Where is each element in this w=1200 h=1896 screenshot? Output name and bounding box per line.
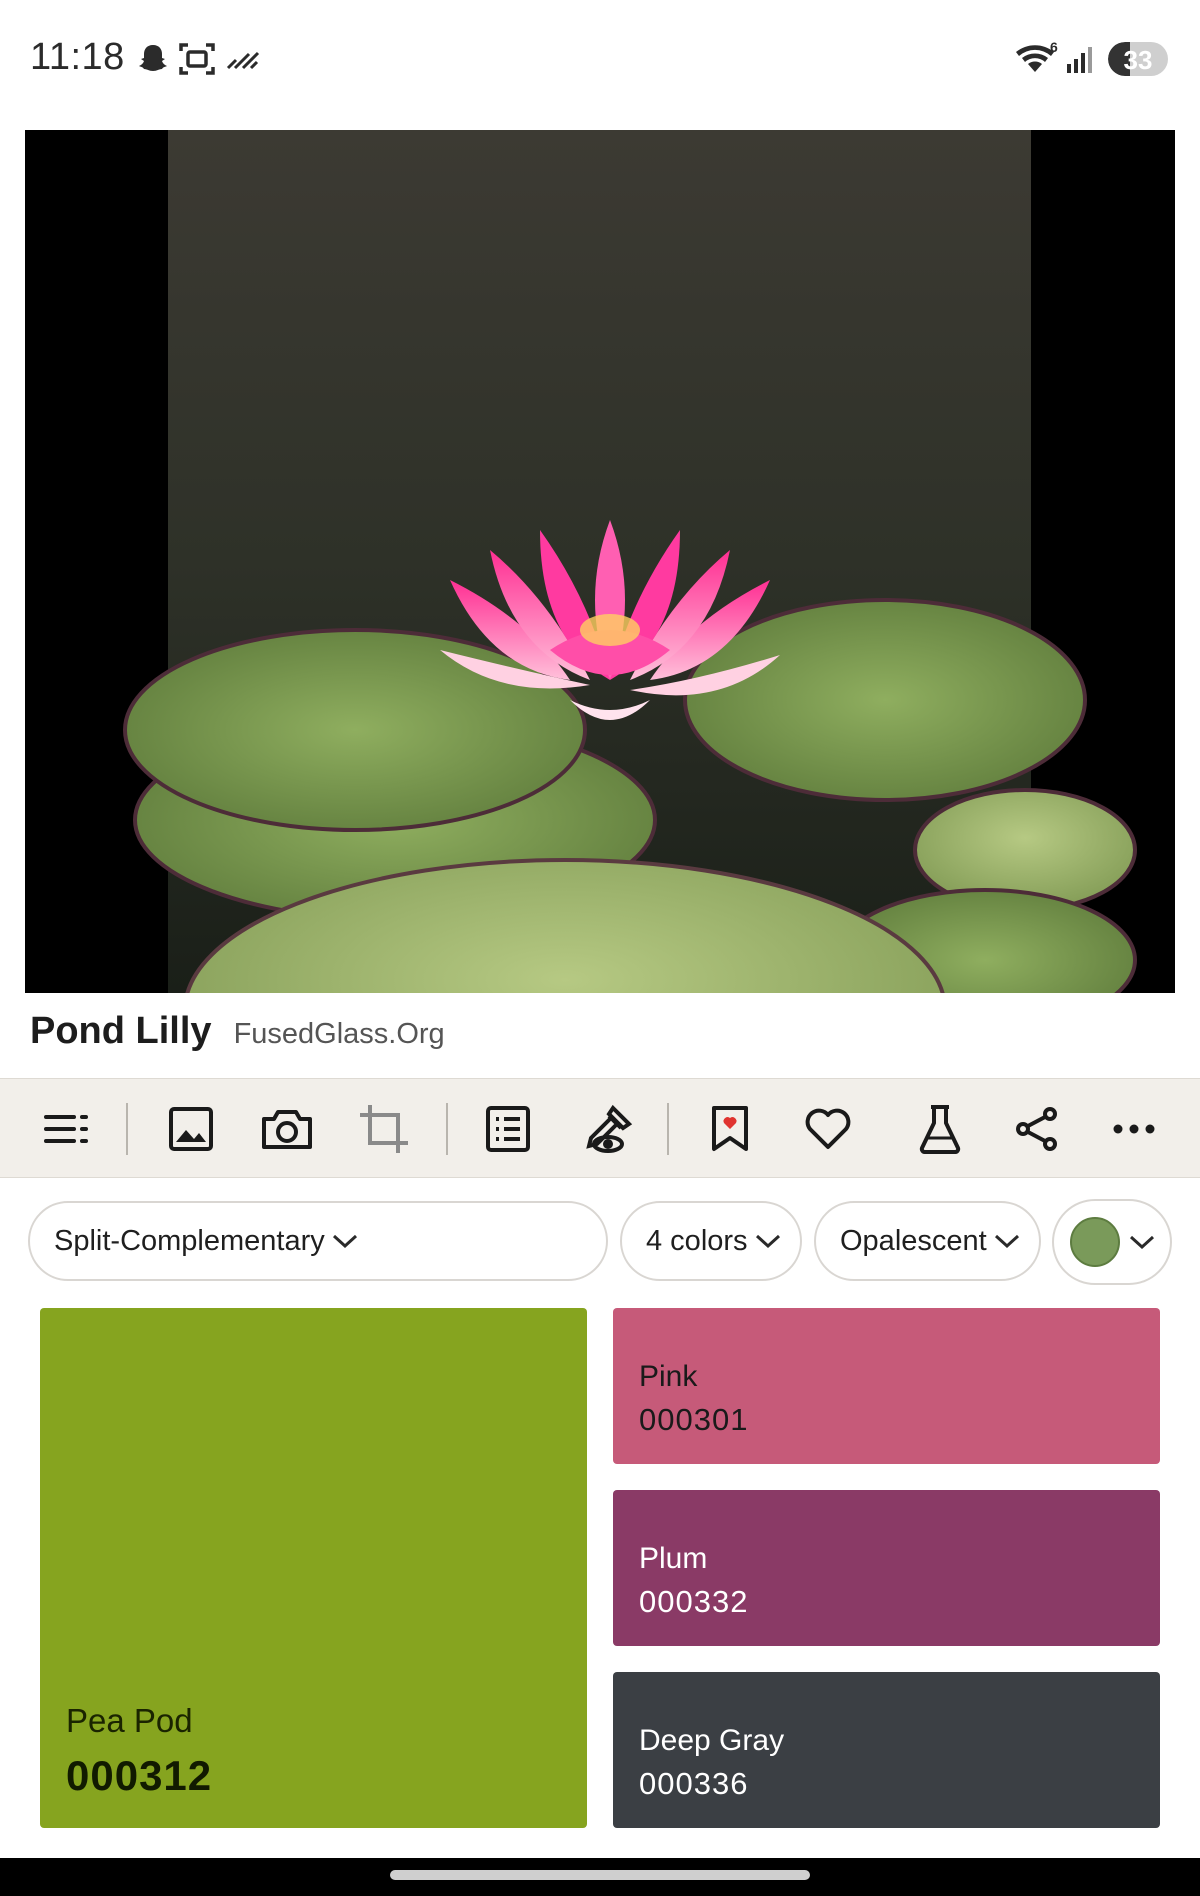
color-count-label: 4 colors bbox=[646, 1224, 748, 1257]
harmony-dropdown[interactable]: Split-Complementary bbox=[28, 1201, 608, 1281]
battery-icon: 33 bbox=[1108, 42, 1168, 76]
color-code: 000332 bbox=[639, 1584, 749, 1619]
color-card-plum[interactable]: Plum 000332 bbox=[613, 1490, 1160, 1646]
swatch-color-dropdown[interactable] bbox=[1052, 1199, 1172, 1285]
chevron-down-icon bbox=[1128, 1226, 1156, 1259]
color-card-deep-gray[interactable]: Deep Gray 000336 bbox=[613, 1672, 1160, 1828]
toolbar bbox=[0, 1078, 1200, 1178]
list-icon[interactable] bbox=[478, 1099, 538, 1159]
signal-slash-icon bbox=[226, 48, 260, 75]
color-card-pea-pod[interactable]: Pea Pod 000312 bbox=[40, 1308, 587, 1828]
finish-dropdown[interactable]: Opalescent bbox=[814, 1201, 1041, 1281]
color-card-pink[interactable]: Pink 000301 bbox=[613, 1308, 1160, 1464]
toolbar-divider bbox=[126, 1103, 128, 1155]
svg-text:6: 6 bbox=[1050, 40, 1058, 55]
eyedropper-icon[interactable] bbox=[578, 1099, 638, 1159]
color-name: Pea Pod bbox=[66, 1702, 193, 1739]
color-name: Pink bbox=[639, 1360, 698, 1393]
screen-capture-icon bbox=[178, 40, 216, 83]
chevron-down-icon bbox=[331, 1225, 359, 1258]
swatch-color-dot bbox=[1070, 1217, 1120, 1267]
battery-level: 33 bbox=[1123, 45, 1153, 75]
more-icon[interactable] bbox=[1104, 1099, 1164, 1159]
image-source[interactable]: FusedGlass.Org bbox=[234, 1018, 445, 1051]
cell-signal-icon bbox=[1066, 42, 1098, 79]
color-name: Plum bbox=[639, 1542, 708, 1575]
image-title: Pond Lilly bbox=[30, 1010, 212, 1052]
heart-icon[interactable] bbox=[798, 1099, 858, 1159]
wifi-6-icon: 6 bbox=[1014, 39, 1062, 79]
status-bar: 11:18 6 33 bbox=[0, 0, 1200, 120]
share-icon[interactable] bbox=[1007, 1099, 1067, 1159]
color-count-dropdown[interactable]: 4 colors bbox=[620, 1201, 802, 1281]
color-code: 000312 bbox=[66, 1752, 213, 1799]
finish-label: Opalescent bbox=[840, 1224, 987, 1257]
crop-icon[interactable] bbox=[354, 1099, 414, 1159]
chevron-down-icon bbox=[754, 1225, 782, 1258]
chevron-down-icon bbox=[993, 1225, 1021, 1258]
bookmark-icon[interactable] bbox=[700, 1099, 760, 1159]
menu-icon[interactable] bbox=[36, 1099, 96, 1159]
title-row: Pond Lilly FusedGlass.Org bbox=[30, 1010, 445, 1070]
flask-icon[interactable] bbox=[910, 1099, 970, 1159]
color-code: 000336 bbox=[639, 1766, 749, 1801]
toolbar-divider bbox=[667, 1103, 669, 1155]
pond-lily-photo[interactable] bbox=[25, 130, 1175, 993]
system-nav-bar bbox=[0, 1858, 1200, 1896]
toolbar-divider bbox=[446, 1103, 448, 1155]
color-name: Deep Gray bbox=[639, 1724, 785, 1757]
snapchat-ghost-icon bbox=[136, 42, 170, 81]
home-gesture-handle[interactable] bbox=[390, 1870, 810, 1880]
gallery-icon[interactable] bbox=[161, 1099, 221, 1159]
color-code: 000301 bbox=[639, 1402, 749, 1437]
harmony-label: Split-Complementary bbox=[54, 1224, 325, 1257]
status-time: 11:18 bbox=[30, 36, 125, 78]
camera-icon[interactable] bbox=[257, 1099, 317, 1159]
